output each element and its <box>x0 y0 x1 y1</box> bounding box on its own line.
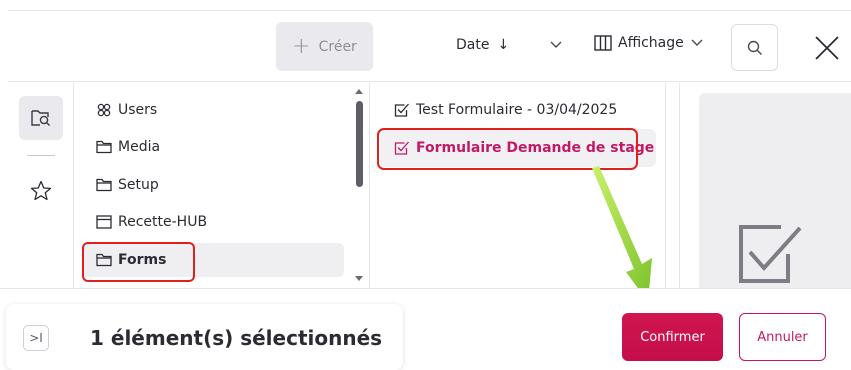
create-button-label: Créer <box>318 38 357 55</box>
folder-browse-icon <box>31 110 50 126</box>
folder-item-label: Recette-HUB <box>118 214 208 230</box>
folder-item-label: Media <box>118 139 161 155</box>
search-button[interactable] <box>731 24 778 71</box>
selection-summary: >I 1 élément(s) sélectionnés <box>6 304 403 370</box>
checkbox-icon <box>394 141 409 155</box>
checkbox-large-icon <box>739 225 802 283</box>
display-mode-label: Affichage <box>618 35 684 51</box>
form-item-label: Formulaire Demande de stage <box>416 140 655 156</box>
folder-item-forms[interactable]: Forms <box>82 243 344 277</box>
checkbox-icon <box>394 103 409 117</box>
folder-item-setup[interactable]: Setup <box>82 168 344 202</box>
folder-icon <box>96 253 112 267</box>
expand-icon: >I <box>29 331 43 345</box>
form-item-label: Test Formulaire - 03/04/2025 <box>416 102 618 118</box>
folder-item-users[interactable]: Users <box>82 93 344 127</box>
rail-divider <box>27 155 55 156</box>
columns-icon <box>594 35 612 51</box>
folder-item-label: Forms <box>118 252 167 268</box>
footer-bar: >I 1 élément(s) sélectionnés Confirmer A… <box>0 288 851 370</box>
sort-label: Date <box>456 37 490 53</box>
toolbar: + Créer Date ↓ Affichage <box>8 10 851 82</box>
star-icon[interactable] <box>29 179 53 203</box>
folder-item-label: Setup <box>118 177 159 193</box>
display-mode-button[interactable]: Affichage <box>594 35 704 51</box>
confirm-button-label: Confirmer <box>640 329 705 345</box>
cancel-button[interactable]: Annuler <box>739 313 826 361</box>
create-button[interactable]: + Créer <box>276 22 373 71</box>
window-icon <box>96 215 112 229</box>
selection-count-text: 1 élément(s) sélectionnés <box>90 326 383 350</box>
form-list: Test Formulaire - 03/04/2025 Formulaire … <box>370 83 666 288</box>
search-icon <box>747 40 762 55</box>
confirm-button[interactable]: Confirmer <box>622 313 723 361</box>
expand-panel-button[interactable]: >I <box>23 325 49 351</box>
folder-list: Users Media Setup Recette-HUB Forms <box>74 83 370 288</box>
close-icon[interactable] <box>812 33 842 63</box>
sort-date-button[interactable]: Date ↓ <box>456 37 509 53</box>
form-item-selected[interactable]: Formulaire Demande de stage <box>380 129 656 167</box>
folder-icon <box>96 178 112 192</box>
left-rail <box>8 83 74 288</box>
form-item[interactable]: Test Formulaire - 03/04/2025 <box>380 91 656 129</box>
browse-folders-button[interactable] <box>19 96 63 140</box>
column-divider <box>679 83 680 288</box>
sort-direction-icon: ↓ <box>497 37 510 53</box>
folder-item-recette-hub[interactable]: Recette-HUB <box>82 205 344 239</box>
chevron-down-icon[interactable] <box>549 38 563 52</box>
folder-icon <box>96 140 112 154</box>
folder-item-media[interactable]: Media <box>82 130 344 164</box>
file-picker-dialog: + Créer Date ↓ Affichage Users Media Set… <box>0 0 851 370</box>
plus-icon: + <box>292 33 311 59</box>
scrollbar-thumb[interactable] <box>356 101 363 187</box>
chevron-down-icon <box>691 39 703 46</box>
users-group-icon <box>97 103 111 117</box>
folder-item-label: Users <box>118 102 158 118</box>
cancel-button-label: Annuler <box>757 329 808 345</box>
